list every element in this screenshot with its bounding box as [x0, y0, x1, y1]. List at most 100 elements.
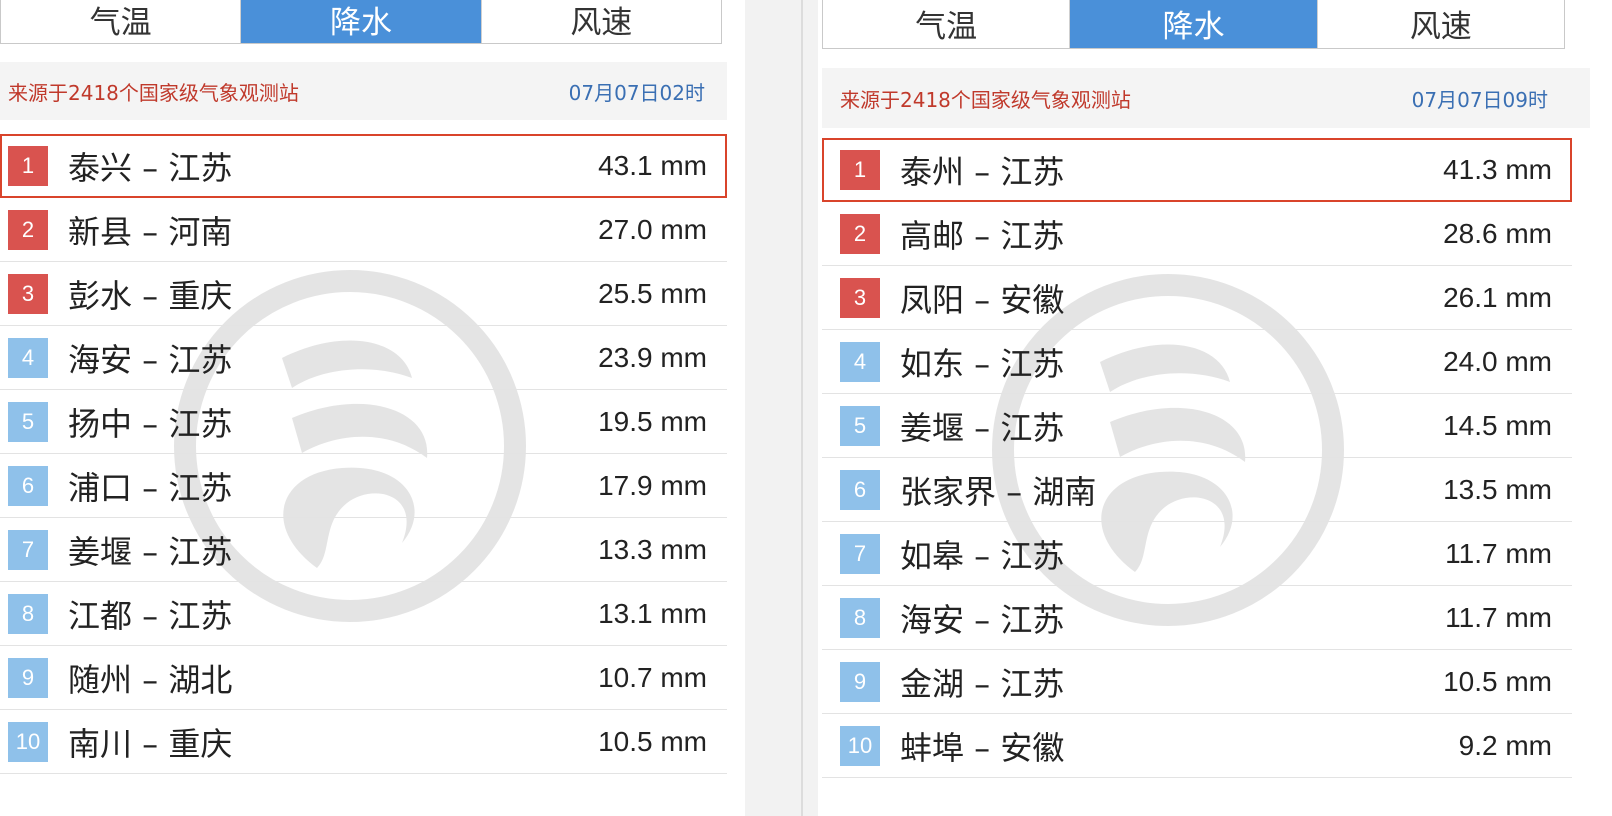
- station-name: 蚌埠 – 安徽: [900, 728, 1065, 767]
- list-item[interactable]: 10 南川 – 重庆 10.5 mm: [0, 710, 727, 774]
- tab-precipitation[interactable]: 降水: [1070, 0, 1318, 48]
- precipitation-value: 13.1 mm: [598, 597, 707, 629]
- list-item[interactable]: 7 姜堰 – 江苏 13.3 mm: [0, 518, 727, 582]
- rank-badge: 8: [840, 597, 880, 638]
- precipitation-value: 19.5 mm: [598, 405, 707, 437]
- list-item[interactable]: 5 姜堰 – 江苏 14.5 mm: [822, 394, 1572, 458]
- station-name: 随州 – 湖北: [68, 660, 233, 699]
- list-item[interactable]: 3 凤阳 – 安徽 26.1 mm: [822, 266, 1572, 330]
- rank-badge: 5: [8, 401, 48, 442]
- precipitation-value: 11.7 mm: [1445, 601, 1552, 633]
- station-name: 新县 – 河南: [68, 212, 233, 251]
- precipitation-value: 25.5 mm: [598, 277, 707, 309]
- list-item[interactable]: 8 江都 – 江苏 13.1 mm: [0, 582, 727, 646]
- source-text: 来源于2418个国家级气象观测站: [840, 87, 1131, 112]
- precipitation-value: 24.0 mm: [1443, 345, 1552, 377]
- rank-badge: 1: [840, 149, 880, 190]
- rank-badge: 5: [840, 405, 880, 446]
- list-item[interactable]: 4 海安 – 江苏 23.9 mm: [0, 326, 727, 390]
- station-name: 海安 – 江苏: [68, 340, 233, 379]
- list-item[interactable]: 10 蚌埠 – 安徽 9.2 mm: [822, 714, 1572, 778]
- tab-temperature[interactable]: 气温: [823, 0, 1071, 48]
- rank-badge: 8: [8, 593, 48, 634]
- station-name: 姜堰 – 江苏: [900, 408, 1065, 447]
- list-item[interactable]: 5 扬中 – 江苏 19.5 mm: [0, 390, 727, 454]
- precipitation-value: 9.2 mm: [1458, 729, 1552, 761]
- precipitation-value: 43.1 mm: [598, 149, 707, 181]
- precipitation-value: 13.5 mm: [1443, 473, 1552, 505]
- station-name: 浦口 – 江苏: [68, 468, 233, 507]
- source-bar: 来源于2418个国家级气象观测站 07月07日02时: [0, 62, 727, 120]
- precipitation-value: 17.9 mm: [598, 469, 707, 501]
- rank-badge: 6: [8, 465, 48, 506]
- rank-badge: 9: [8, 657, 48, 698]
- station-name: 凤阳 – 安徽: [900, 280, 1065, 319]
- rank-badge: 10: [8, 721, 48, 762]
- panel-gutter: [745, 0, 818, 816]
- precipitation-value: 10.5 mm: [598, 725, 707, 757]
- precipitation-value: 14.5 mm: [1443, 409, 1552, 441]
- rank-list: 1 泰兴 – 江苏 43.1 mm 2 新县 – 河南 27.0 mm 3 彭水…: [0, 134, 745, 774]
- rank-badge: 2: [8, 209, 48, 250]
- precipitation-value: 28.6 mm: [1443, 217, 1552, 249]
- precipitation-value: 11.7 mm: [1445, 537, 1552, 569]
- station-name: 彭水 – 重庆: [68, 276, 233, 315]
- station-name: 姜堰 – 江苏: [68, 532, 233, 571]
- station-name: 海安 – 江苏: [900, 600, 1065, 639]
- observation-time: 07月07日02时: [568, 80, 705, 105]
- station-name: 高邮 – 江苏: [900, 216, 1065, 255]
- list-item[interactable]: 2 新县 – 河南 27.0 mm: [0, 198, 727, 262]
- precipitation-value: 27.0 mm: [598, 213, 707, 245]
- rank-list: 1 泰州 – 江苏 41.3 mm 2 高邮 – 江苏 28.6 mm 3 凤阳…: [818, 138, 1612, 778]
- source-text: 来源于2418个国家级气象观测站: [8, 80, 299, 105]
- list-item[interactable]: 1 泰州 – 江苏 41.3 mm: [822, 138, 1572, 202]
- list-item[interactable]: 9 金湖 – 江苏 10.5 mm: [822, 650, 1572, 714]
- source-bar: 来源于2418个国家级气象观测站 07月07日09时: [822, 68, 1590, 128]
- precipitation-value: 10.7 mm: [598, 661, 707, 693]
- list-item[interactable]: 6 浦口 – 江苏 17.9 mm: [0, 454, 727, 518]
- ranking-panel-right: 气温 降水 风速 来源于2418个国家级气象观测站 07月07日09时 1 泰州…: [818, 0, 1612, 816]
- tab-precipitation[interactable]: 降水: [241, 0, 482, 43]
- list-item[interactable]: 7 如皋 – 江苏 11.7 mm: [822, 522, 1572, 586]
- rank-badge: 7: [8, 529, 48, 570]
- precipitation-value: 23.9 mm: [598, 341, 707, 373]
- station-name: 金湖 – 江苏: [900, 664, 1065, 703]
- station-name: 泰州 – 江苏: [900, 152, 1065, 191]
- station-name: 扬中 – 江苏: [68, 404, 233, 443]
- list-item[interactable]: 1 泰兴 – 江苏 43.1 mm: [0, 134, 727, 198]
- rank-badge: 2: [840, 213, 880, 254]
- list-item[interactable]: 4 如东 – 江苏 24.0 mm: [822, 330, 1572, 394]
- list-item[interactable]: 3 彭水 – 重庆 25.5 mm: [0, 262, 727, 326]
- rank-badge: 1: [8, 145, 48, 186]
- precipitation-value: 26.1 mm: [1443, 281, 1552, 313]
- element-tabs: 气温 降水 风速: [822, 0, 1565, 49]
- station-name: 泰兴 – 江苏: [68, 148, 233, 187]
- rank-badge: 10: [840, 725, 880, 766]
- precipitation-value: 10.5 mm: [1443, 665, 1552, 697]
- rank-badge: 3: [8, 273, 48, 314]
- precipitation-value: 41.3 mm: [1443, 153, 1552, 185]
- rank-badge: 9: [840, 661, 880, 702]
- station-name: 南川 – 重庆: [68, 724, 233, 763]
- rank-badge: 4: [8, 337, 48, 378]
- station-name: 江都 – 江苏: [68, 596, 233, 635]
- tab-wind-speed[interactable]: 风速: [1318, 0, 1564, 48]
- rank-badge: 6: [840, 469, 880, 510]
- precipitation-value: 13.3 mm: [598, 533, 707, 565]
- tab-wind-speed[interactable]: 风速: [482, 0, 721, 43]
- station-name: 如东 – 江苏: [900, 344, 1065, 383]
- tab-temperature[interactable]: 气温: [1, 0, 242, 43]
- element-tabs: 气温 降水 风速: [0, 0, 722, 44]
- rank-badge: 4: [840, 341, 880, 382]
- station-name: 如皋 – 江苏: [900, 536, 1065, 575]
- rank-badge: 7: [840, 533, 880, 574]
- observation-time: 07月07日09时: [1411, 87, 1548, 112]
- ranking-panel-left: 气温 降水 风速 来源于2418个国家级气象观测站 07月07日02时 1 泰兴…: [0, 0, 745, 816]
- rank-badge: 3: [840, 277, 880, 318]
- station-name: 张家界 – 湖南: [900, 472, 1097, 511]
- panel-divider: [801, 0, 803, 816]
- list-item[interactable]: 9 随州 – 湖北 10.7 mm: [0, 646, 727, 710]
- list-item[interactable]: 8 海安 – 江苏 11.7 mm: [822, 586, 1572, 650]
- list-item[interactable]: 2 高邮 – 江苏 28.6 mm: [822, 202, 1572, 266]
- list-item[interactable]: 6 张家界 – 湖南 13.5 mm: [822, 458, 1572, 522]
